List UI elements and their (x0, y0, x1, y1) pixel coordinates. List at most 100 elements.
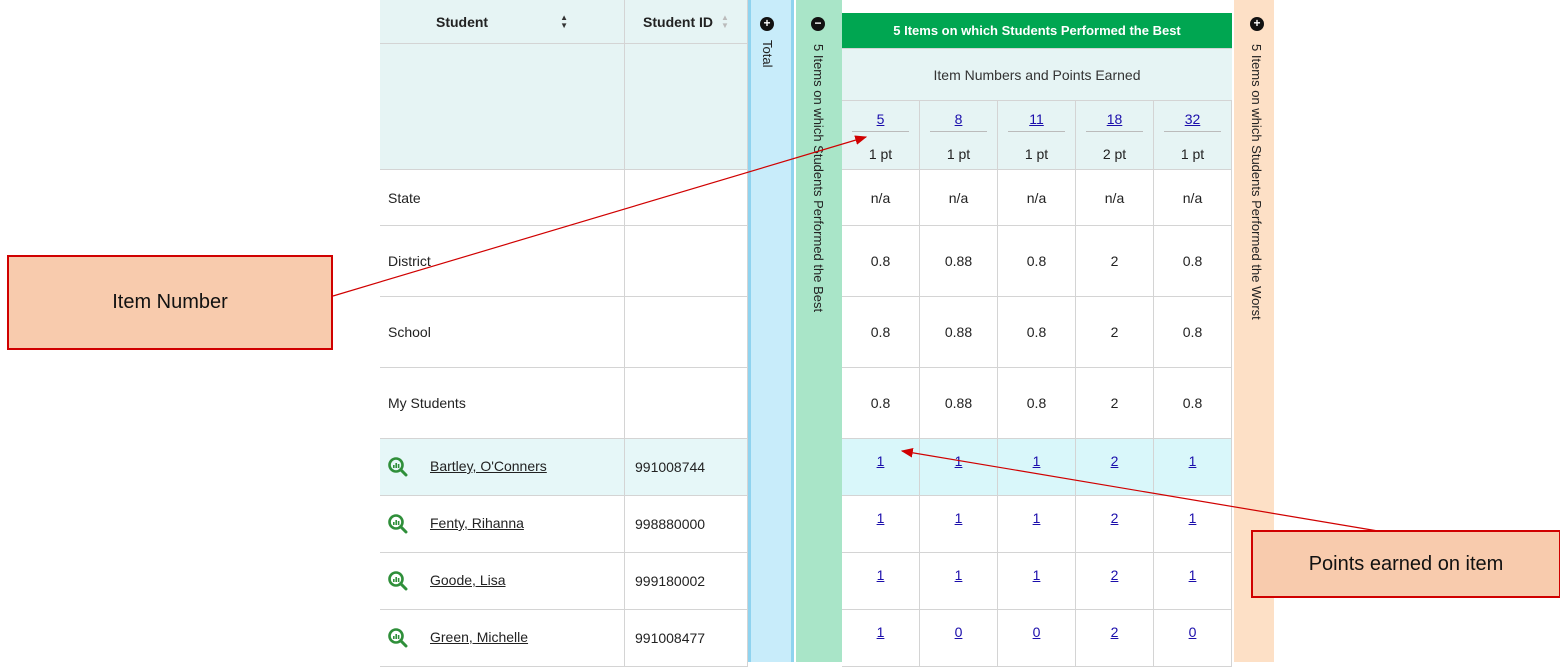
item-divider (1008, 131, 1065, 132)
best-items-title: 5 Items on which Students Performed the … (842, 13, 1232, 49)
item-number-link[interactable]: 5 (842, 111, 919, 127)
aggregate-score-cell: 0.8 (842, 226, 920, 297)
student-id-cell: 991008477 (625, 610, 748, 667)
points-earned-link[interactable]: 1 (920, 453, 997, 469)
item-number-callout-text: Item Number (112, 291, 228, 313)
aggregate-row-id-cell (625, 170, 748, 226)
points-earned-link[interactable]: 1 (998, 567, 1075, 583)
magnifier-chart-icon[interactable] (388, 628, 408, 648)
student-score-cell: 1 (920, 496, 998, 553)
student-name-cell: Green, Michelle (380, 610, 625, 667)
student-id-cell: 999180002 (625, 553, 748, 610)
sort-arrows-icon[interactable]: ▲ ▼ (721, 13, 729, 30)
student-score-cell: 2 (1076, 610, 1154, 667)
item-header-cell: 11 1 pt (998, 101, 1076, 170)
student-score-cell: 1 (1154, 439, 1232, 496)
best-items-title-text: 5 Items on which Students Performed the … (893, 23, 1181, 38)
aggregate-score-cell: 0.8 (1154, 297, 1232, 368)
magnifier-chart-icon[interactable] (388, 571, 408, 591)
student-id-header-label: Student ID (643, 13, 714, 30)
aggregate-row-id-cell (625, 297, 748, 368)
item-divider (1086, 131, 1143, 132)
points-earned-link[interactable]: 0 (998, 624, 1075, 640)
points-earned-callout: Points earned on item (1251, 530, 1560, 598)
aggregate-score-cell: 0.8 (1154, 368, 1232, 439)
student-id-column-header[interactable]: Student ID ▲ ▼ (625, 0, 748, 44)
points-earned-link[interactable]: 1 (1154, 567, 1231, 583)
points-earned-link[interactable]: 0 (1154, 624, 1231, 640)
points-earned-link[interactable]: 1 (920, 510, 997, 526)
aggregate-score-cell: 0.88 (920, 368, 998, 439)
student-score-cell: 0 (998, 610, 1076, 667)
item-header-cell: 32 1 pt (1154, 101, 1232, 170)
student-name-cell: Fenty, Rihanna (380, 496, 625, 553)
aggregate-score-cell: 0.8 (998, 297, 1076, 368)
magnifier-chart-icon[interactable] (388, 514, 408, 534)
item-divider (852, 131, 909, 132)
student-name-link[interactable]: Bartley, O'Conners (430, 458, 547, 474)
points-earned-link[interactable]: 1 (1154, 510, 1231, 526)
aggregate-row-label: My Students (380, 368, 625, 439)
aggregate-score-cell: n/a (1076, 170, 1154, 226)
aggregate-score-cell: 2 (1076, 297, 1154, 368)
points-earned-link[interactable]: 1 (998, 453, 1075, 469)
aggregate-score-cell: 0.8 (842, 297, 920, 368)
item-points-label: 1 pt (868, 146, 893, 162)
item-header-cell: 8 1 pt (920, 101, 998, 170)
aggregate-score-cell: 0.88 (920, 226, 998, 297)
item-divider (930, 131, 987, 132)
student-score-cell: 1 (998, 496, 1076, 553)
aggregate-score-cell: n/a (842, 170, 920, 226)
item-number-link[interactable]: 11 (998, 111, 1075, 127)
aggregate-row-label: State (380, 170, 625, 226)
student-name-link[interactable]: Goode, Lisa (430, 572, 506, 588)
item-header-cell: 18 2 pt (1076, 101, 1154, 170)
points-earned-link[interactable]: 1 (998, 510, 1075, 526)
aggregate-score-cell: n/a (998, 170, 1076, 226)
item-number-link[interactable]: 32 (1154, 111, 1231, 127)
student-name-link[interactable]: Fenty, Rihanna (430, 515, 524, 531)
aggregate-score-cell: 0.8 (842, 368, 920, 439)
points-earned-link[interactable]: 2 (1076, 567, 1153, 583)
points-earned-link[interactable]: 1 (1154, 453, 1231, 469)
points-earned-link[interactable]: 1 (842, 624, 919, 640)
aggregate-row-id-cell (625, 226, 748, 297)
item-header-cell: 5 1 pt (842, 101, 920, 170)
student-name-cell: Bartley, O'Conners (380, 439, 625, 496)
sort-arrows-icon[interactable]: ▲ ▼ (560, 13, 568, 30)
item-number-link[interactable]: 18 (1076, 111, 1153, 127)
item-points-label: 1 pt (1024, 146, 1049, 162)
points-earned-link[interactable]: 2 (1076, 510, 1153, 526)
student-column-header[interactable]: Student ▲ ▼ (380, 0, 625, 44)
points-earned-link[interactable]: 1 (842, 453, 919, 469)
student-score-cell: 1 (998, 439, 1076, 496)
points-earned-link[interactable]: 1 (842, 567, 919, 583)
student-header-spacer (380, 44, 625, 170)
plus-circle-icon[interactable]: + (1250, 17, 1264, 31)
magnifier-chart-icon[interactable] (388, 457, 408, 477)
item-number-callout: Item Number (7, 255, 333, 350)
item-number-link[interactable]: 8 (920, 111, 997, 127)
points-earned-link[interactable]: 2 (1076, 453, 1153, 469)
student-score-cell: 1 (998, 553, 1076, 610)
points-earned-link[interactable]: 2 (1076, 624, 1153, 640)
aggregate-score-cell: 0.8 (998, 226, 1076, 297)
points-earned-link[interactable]: 0 (920, 624, 997, 640)
points-earned-link[interactable]: 1 (920, 567, 997, 583)
student-id-header-spacer (625, 44, 748, 170)
points-earned-link[interactable]: 1 (842, 510, 919, 526)
student-name-link[interactable]: Green, Michelle (430, 629, 528, 645)
aggregate-score-cell: 0.8 (998, 368, 1076, 439)
total-column-label: Total (760, 40, 775, 68)
item-points-label: 2 pt (1102, 146, 1127, 162)
student-score-cell: 2 (1076, 553, 1154, 610)
student-score-cell: 1 (842, 553, 920, 610)
student-score-cell: 1 (920, 439, 998, 496)
points-earned-callout-text: Points earned on item (1308, 552, 1504, 575)
aggregate-row-id-cell (625, 368, 748, 439)
minus-circle-icon[interactable]: − (811, 17, 825, 31)
aggregate-score-cell: n/a (1154, 170, 1232, 226)
total-collapsed-column[interactable] (748, 0, 794, 662)
plus-circle-icon[interactable]: + (760, 17, 774, 31)
student-score-cell: 1 (920, 553, 998, 610)
